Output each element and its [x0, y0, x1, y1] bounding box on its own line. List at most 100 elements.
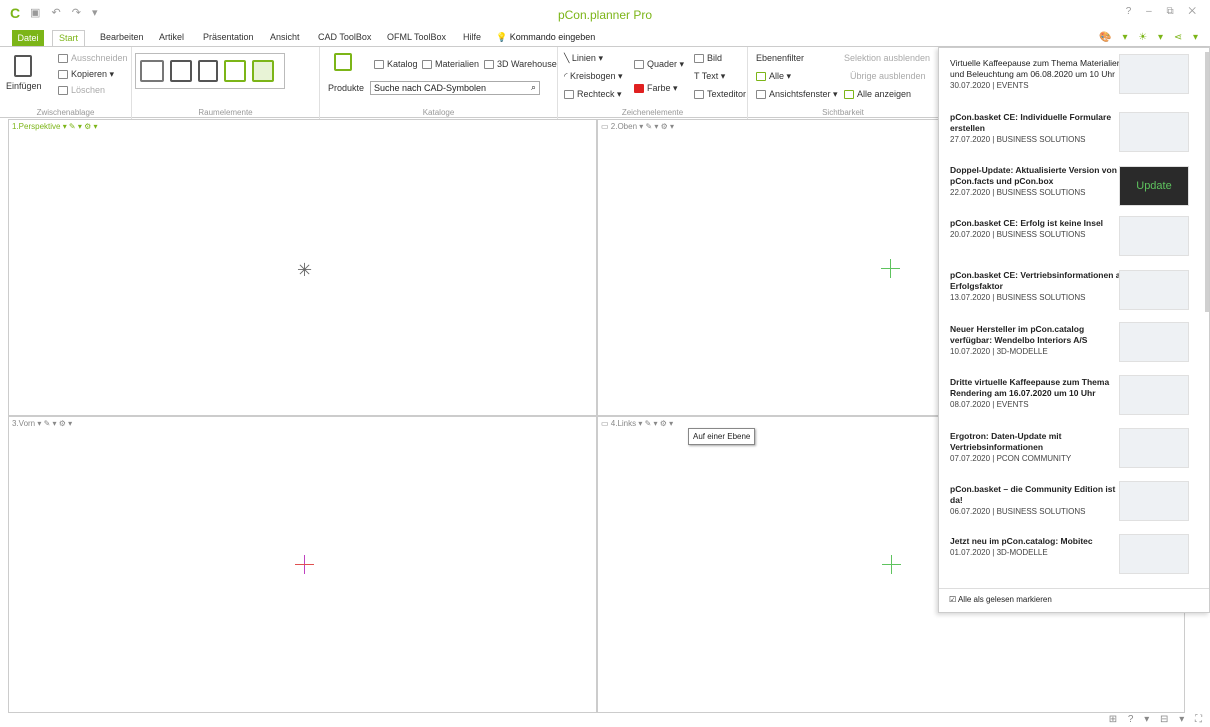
show-all-label: Alle anzeigen — [857, 89, 912, 99]
tab-artikel[interactable]: Artikel — [159, 32, 184, 42]
viewport-title: 1.Perspektive — [12, 122, 61, 131]
tab-ansicht[interactable]: Ansicht — [270, 32, 300, 42]
image-icon — [694, 54, 704, 64]
title-bar: C ▣ ↶ ↷ ▾ pCon.planner Pro ? – ⧉ ✕ — [0, 0, 1210, 30]
viewport-header[interactable]: 3.Vorn ▾ ✎ ▾ ⚙ ▾ — [12, 419, 72, 428]
news-item[interactable]: pCon.basket CE: Individuelle Formulare e… — [950, 112, 1128, 144]
products-button[interactable]: Produkte — [328, 83, 364, 93]
all-layers-button[interactable]: Alle ▾ — [756, 71, 791, 82]
news-title: Doppel-Update: Aktualisierte Version von… — [950, 165, 1117, 186]
room-elements-gallery[interactable] — [135, 53, 285, 89]
products-icon — [334, 53, 352, 71]
tab-start[interactable]: Start — [52, 30, 86, 47]
texteditor-button[interactable]: Texteditor — [694, 89, 747, 100]
origin-marker-icon: ✳ — [297, 260, 313, 280]
hide-selection-button[interactable]: Selektion ausblenden — [844, 53, 930, 63]
news-date: 22.07.2020 | BUSINESS SOLUTIONS — [950, 188, 1086, 197]
window-alt-icon[interactable] — [252, 60, 274, 82]
news-scrollbar[interactable] — [1205, 52, 1209, 312]
window-title: pCon.planner Pro — [557, 8, 653, 22]
materials-icon — [422, 60, 432, 70]
news-title: Dritte virtuelle Kaffeepause zum Thema R… — [950, 377, 1110, 398]
news-item[interactable]: Neuer Hersteller im pCon.catalog verfügb… — [950, 324, 1128, 356]
mark-all-read-button[interactable]: ☑ Alle als gelesen markieren — [939, 588, 1209, 612]
viewwindow-button[interactable]: Ansichtsfenster ▾ — [756, 89, 838, 100]
arc-button[interactable]: ◜ Kreisbogen ▾ — [564, 71, 623, 82]
news-item[interactable]: Jetzt neu im pCon.catalog: Mobitec 01.07.… — [950, 536, 1128, 557]
news-item[interactable]: Doppel-Update: Aktualisierte Version von… — [950, 165, 1128, 197]
news-item[interactable]: pCon.basket CE: Vertriebsinformationen a… — [950, 270, 1128, 302]
tab-hilfe[interactable]: Hilfe — [463, 32, 481, 42]
room-icon[interactable] — [170, 60, 192, 82]
news-thumbnail — [1119, 270, 1189, 310]
news-title: pCon.basket – die Community Edition ist … — [950, 484, 1116, 505]
mark-all-read-label: Alle als gelesen markieren — [957, 595, 1052, 604]
tab-ofml-toolbox[interactable]: OFML ToolBox — [387, 32, 446, 42]
viewport-front[interactable]: 3.Vorn ▾ ✎ ▾ ⚙ ▾ — [8, 416, 597, 713]
paste-icon — [14, 55, 32, 77]
viewport-perspective[interactable]: 1.Perspektive ▾ ✎ ▾ ⚙ ▾ ✳ — [8, 119, 597, 416]
tab-bearbeiten[interactable]: Bearbeiten — [100, 32, 144, 42]
news-date: 13.07.2020 | BUSINESS SOLUTIONS — [950, 293, 1086, 302]
text-label: Text — [701, 71, 719, 81]
box-button[interactable]: Quader ▾ — [634, 59, 684, 70]
texteditor-label: Texteditor — [707, 89, 747, 99]
warehouse-label: 3D Warehouse — [497, 59, 557, 69]
tab-praesentation[interactable]: Präsentation — [203, 32, 254, 42]
news-item[interactable]: Virtuelle Kaffeepause zum Thema Material… — [950, 58, 1128, 90]
tab-datei[interactable]: Datei — [12, 30, 44, 46]
copy-button[interactable]: Kopieren ▾ — [58, 69, 114, 80]
news-date: 30.07.2020 | EVENTS — [950, 81, 1029, 90]
news-item[interactable]: pCon.basket – die Community Edition ist … — [950, 484, 1128, 516]
news-item[interactable]: pCon.basket CE: Erfolg ist keine Insel 20… — [950, 218, 1128, 239]
cut-button[interactable]: Ausschneiden — [58, 53, 128, 64]
news-thumbnail — [1119, 481, 1189, 521]
wall-icon[interactable] — [140, 60, 164, 82]
paste-button[interactable]: Einfügen — [6, 81, 42, 91]
search-placeholder: Suche nach CAD-Symbolen — [374, 83, 487, 93]
rect-button[interactable]: Rechteck ▾ — [564, 89, 622, 100]
ribbon-options-icons[interactable]: 🎨 ▾ ☀ ▾ ⋖ ▾ — [1099, 32, 1202, 43]
news-date: 10.07.2020 | 3D-MODELLE — [950, 347, 1048, 356]
search-icon[interactable]: ⌕ — [531, 82, 536, 93]
color-button[interactable]: Farbe ▾ — [634, 83, 678, 94]
viewwindow-label: Ansichtsfenster — [769, 89, 831, 99]
group-room-elements: Raumelemente — [132, 47, 320, 119]
viewport-header[interactable]: ▭ 4.Links ▾ ✎ ▾ ⚙ ▾ — [601, 419, 673, 428]
layers-icon — [756, 72, 766, 82]
show-all-button[interactable]: Alle anzeigen — [844, 89, 912, 100]
catalog-icon — [374, 60, 384, 70]
cad-symbol-search-input[interactable]: Suche nach CAD-Symbolen ⌕ — [370, 81, 540, 95]
image-button[interactable]: Bild — [694, 53, 722, 64]
texteditor-icon — [694, 90, 704, 100]
group-label: Raumelemente — [198, 108, 253, 117]
text-button[interactable]: T Text ▾ — [694, 71, 725, 82]
catalog-label: Katalog — [387, 59, 418, 69]
catalog-button[interactable]: Katalog — [374, 59, 418, 70]
copy-label: Kopieren — [71, 69, 108, 79]
door-icon[interactable] — [198, 60, 218, 82]
materials-button[interactable]: Materialien — [422, 59, 479, 70]
delete-button[interactable]: Löschen — [58, 85, 106, 96]
all-label: Alle — [769, 71, 785, 81]
hide-other-button[interactable]: Übrige ausblenden — [850, 71, 926, 81]
box-label: Quader — [647, 59, 678, 69]
status-bar-icons[interactable]: ⊞ ? ▾ ⊟ ▾ ⛶ — [1109, 714, 1206, 725]
window-controls[interactable]: ? – ⧉ ✕ — [1126, 6, 1202, 17]
command-input[interactable]: 💡 Kommando eingeben — [496, 32, 595, 43]
tooltip: Auf einer Ebene — [688, 428, 756, 445]
cut-label: Ausschneiden — [71, 53, 128, 63]
news-item[interactable]: Ergotron: Daten-Update mit Vertriebsinfo… — [950, 431, 1128, 463]
warehouse-button[interactable]: 3D Warehouse — [484, 59, 557, 70]
window-icon[interactable] — [224, 60, 246, 82]
tab-cad-toolbox[interactable]: CAD ToolBox — [318, 32, 371, 42]
viewport-header[interactable]: ▭ 2.Oben ▾ ✎ ▾ ⚙ ▾ — [601, 122, 674, 131]
viewport-title: 3.Vorn — [12, 419, 36, 428]
news-thumbnail — [1119, 112, 1189, 152]
news-item[interactable]: Dritte virtuelle Kaffeepause zum Thema R… — [950, 377, 1128, 409]
news-thumbnail — [1119, 54, 1189, 94]
viewport-header[interactable]: 1.Perspektive ▾ ✎ ▾ ⚙ ▾ — [12, 122, 98, 131]
delete-label: Löschen — [71, 85, 106, 95]
news-date: 07.07.2020 | PCON COMMUNITY — [950, 454, 1072, 463]
lines-button[interactable]: ╲ Linien ▾ — [564, 53, 603, 64]
